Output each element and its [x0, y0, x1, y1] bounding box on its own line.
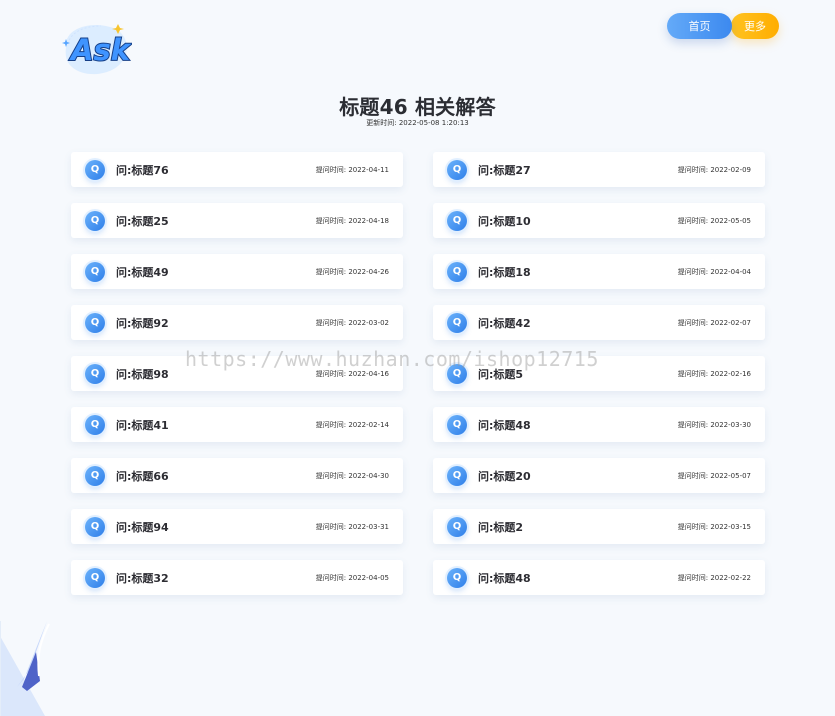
- page-title: 标题46 相关解答: [339, 95, 496, 120]
- question-time: 提问时间: 2022-05-07: [677, 471, 751, 480]
- question-time: 提问时间: 2022-05-05: [677, 216, 751, 225]
- question-title: 问:标题48: [478, 418, 531, 432]
- question-title: 问:标题41: [116, 418, 169, 432]
- question-title: 问:标题25: [116, 214, 169, 228]
- updated-time: 更新时间: 2022-05-08 1:20:13: [366, 119, 469, 127]
- question-title: 问:标题49: [116, 265, 169, 279]
- corner-decoration: [0, 621, 50, 716]
- top-navigation: 首页 更多: [667, 13, 779, 39]
- question-time: 提问时间: 2022-04-05: [315, 573, 389, 582]
- question-card[interactable]: Q 问:标题48 提问时间: 2022-02-22: [433, 560, 765, 595]
- question-card[interactable]: Q 问:标题10 提问时间: 2022-05-05: [433, 203, 765, 238]
- question-time: 提问时间: 2022-03-31: [315, 522, 389, 531]
- question-title: 问:标题98: [116, 367, 169, 381]
- question-time: 提问时间: 2022-03-30: [677, 420, 751, 429]
- question-icon: Q: [447, 159, 467, 180]
- question-time: 提问时间: 2022-02-16: [677, 369, 751, 378]
- question-title: 问:标题66: [116, 469, 169, 483]
- question-card[interactable]: Q 问:标题5 提问时间: 2022-02-16: [433, 356, 765, 391]
- question-title: 问:标题18: [478, 265, 531, 279]
- question-card[interactable]: Q 问:标题2 提问时间: 2022-03-15: [433, 509, 765, 544]
- question-card[interactable]: Q 问:标题66 提问时间: 2022-04-30: [71, 458, 403, 493]
- logo-text: Ask: [69, 33, 132, 67]
- question-icon: Q: [85, 363, 105, 384]
- question-time: 提问时间: 2022-04-11: [315, 165, 389, 174]
- question-time: 提问时间: 2022-02-22: [677, 573, 751, 582]
- question-time: 提问时间: 2022-04-16: [315, 369, 389, 378]
- question-icon: Q: [85, 261, 105, 282]
- question-title: 问:标题5: [478, 367, 524, 381]
- question-title: 问:标题10: [478, 214, 531, 228]
- question-time: 提问时间: 2022-03-02: [315, 318, 389, 327]
- question-icon: Q: [85, 414, 105, 435]
- question-title: 问:标题94: [116, 520, 169, 534]
- question-icon: Q: [447, 465, 467, 486]
- question-card[interactable]: Q 问:标题98 提问时间: 2022-04-16: [71, 356, 403, 391]
- question-icon: Q: [85, 159, 105, 180]
- question-time: 提问时间: 2022-02-09: [677, 165, 751, 174]
- question-title: 问:标题32: [116, 571, 169, 585]
- question-card[interactable]: Q 问:标题18 提问时间: 2022-04-04: [433, 254, 765, 289]
- question-card[interactable]: Q 问:标题41 提问时间: 2022-02-14: [71, 407, 403, 442]
- question-card[interactable]: Q 问:标题27 提问时间: 2022-02-09: [433, 152, 765, 187]
- question-card[interactable]: Q 问:标题20 提问时间: 2022-05-07: [433, 458, 765, 493]
- question-icon: Q: [85, 567, 105, 588]
- question-title: 问:标题76: [116, 163, 169, 177]
- question-card[interactable]: Q 问:标题92 提问时间: 2022-03-02: [71, 305, 403, 340]
- question-icon: Q: [85, 210, 105, 231]
- question-time: 提问时间: 2022-04-26: [315, 267, 389, 276]
- question-card[interactable]: Q 问:标题32 提问时间: 2022-04-05: [71, 560, 403, 595]
- question-icon: Q: [447, 363, 467, 384]
- question-card[interactable]: Q 问:标题48 提问时间: 2022-03-30: [433, 407, 765, 442]
- question-card[interactable]: Q 问:标题76 提问时间: 2022-04-11: [71, 152, 403, 187]
- question-time: 提问时间: 2022-02-14: [315, 420, 389, 429]
- question-grid: Q 问:标题76 提问时间: 2022-04-11 Q 问:标题27 提问时间:…: [71, 152, 765, 595]
- question-icon: Q: [447, 261, 467, 282]
- question-card[interactable]: Q 问:标题94 提问时间: 2022-03-31: [71, 509, 403, 544]
- question-card[interactable]: Q 问:标题49 提问时间: 2022-04-26: [71, 254, 403, 289]
- more-button[interactable]: 更多: [731, 13, 779, 39]
- question-title: 问:标题27: [478, 163, 531, 177]
- question-title: 问:标题20: [478, 469, 531, 483]
- question-icon: Q: [447, 210, 467, 231]
- question-title: 问:标题92: [116, 316, 169, 330]
- question-title: 问:标题48: [478, 571, 531, 585]
- question-title: 问:标题2: [478, 520, 524, 534]
- page: Ask 首页 更多 标题46 相关解答 更新时间: 2022-05-08 1:2…: [0, 0, 835, 716]
- question-time: 提问时间: 2022-04-18: [315, 216, 389, 225]
- question-card[interactable]: Q 问:标题42 提问时间: 2022-02-07: [433, 305, 765, 340]
- question-time: 提问时间: 2022-04-04: [677, 267, 751, 276]
- question-time: 提问时间: 2022-03-15: [677, 522, 751, 531]
- ask-logo[interactable]: Ask: [58, 16, 132, 78]
- home-button[interactable]: 首页: [667, 13, 732, 39]
- question-icon: Q: [85, 312, 105, 333]
- question-icon: Q: [447, 312, 467, 333]
- question-icon: Q: [85, 465, 105, 486]
- question-icon: Q: [447, 516, 467, 537]
- question-icon: Q: [447, 414, 467, 435]
- question-icon: Q: [85, 516, 105, 537]
- question-card[interactable]: Q 问:标题25 提问时间: 2022-04-18: [71, 203, 403, 238]
- question-time: 提问时间: 2022-04-30: [315, 471, 389, 480]
- question-title: 问:标题42: [478, 316, 531, 330]
- question-icon: Q: [447, 567, 467, 588]
- question-time: 提问时间: 2022-02-07: [677, 318, 751, 327]
